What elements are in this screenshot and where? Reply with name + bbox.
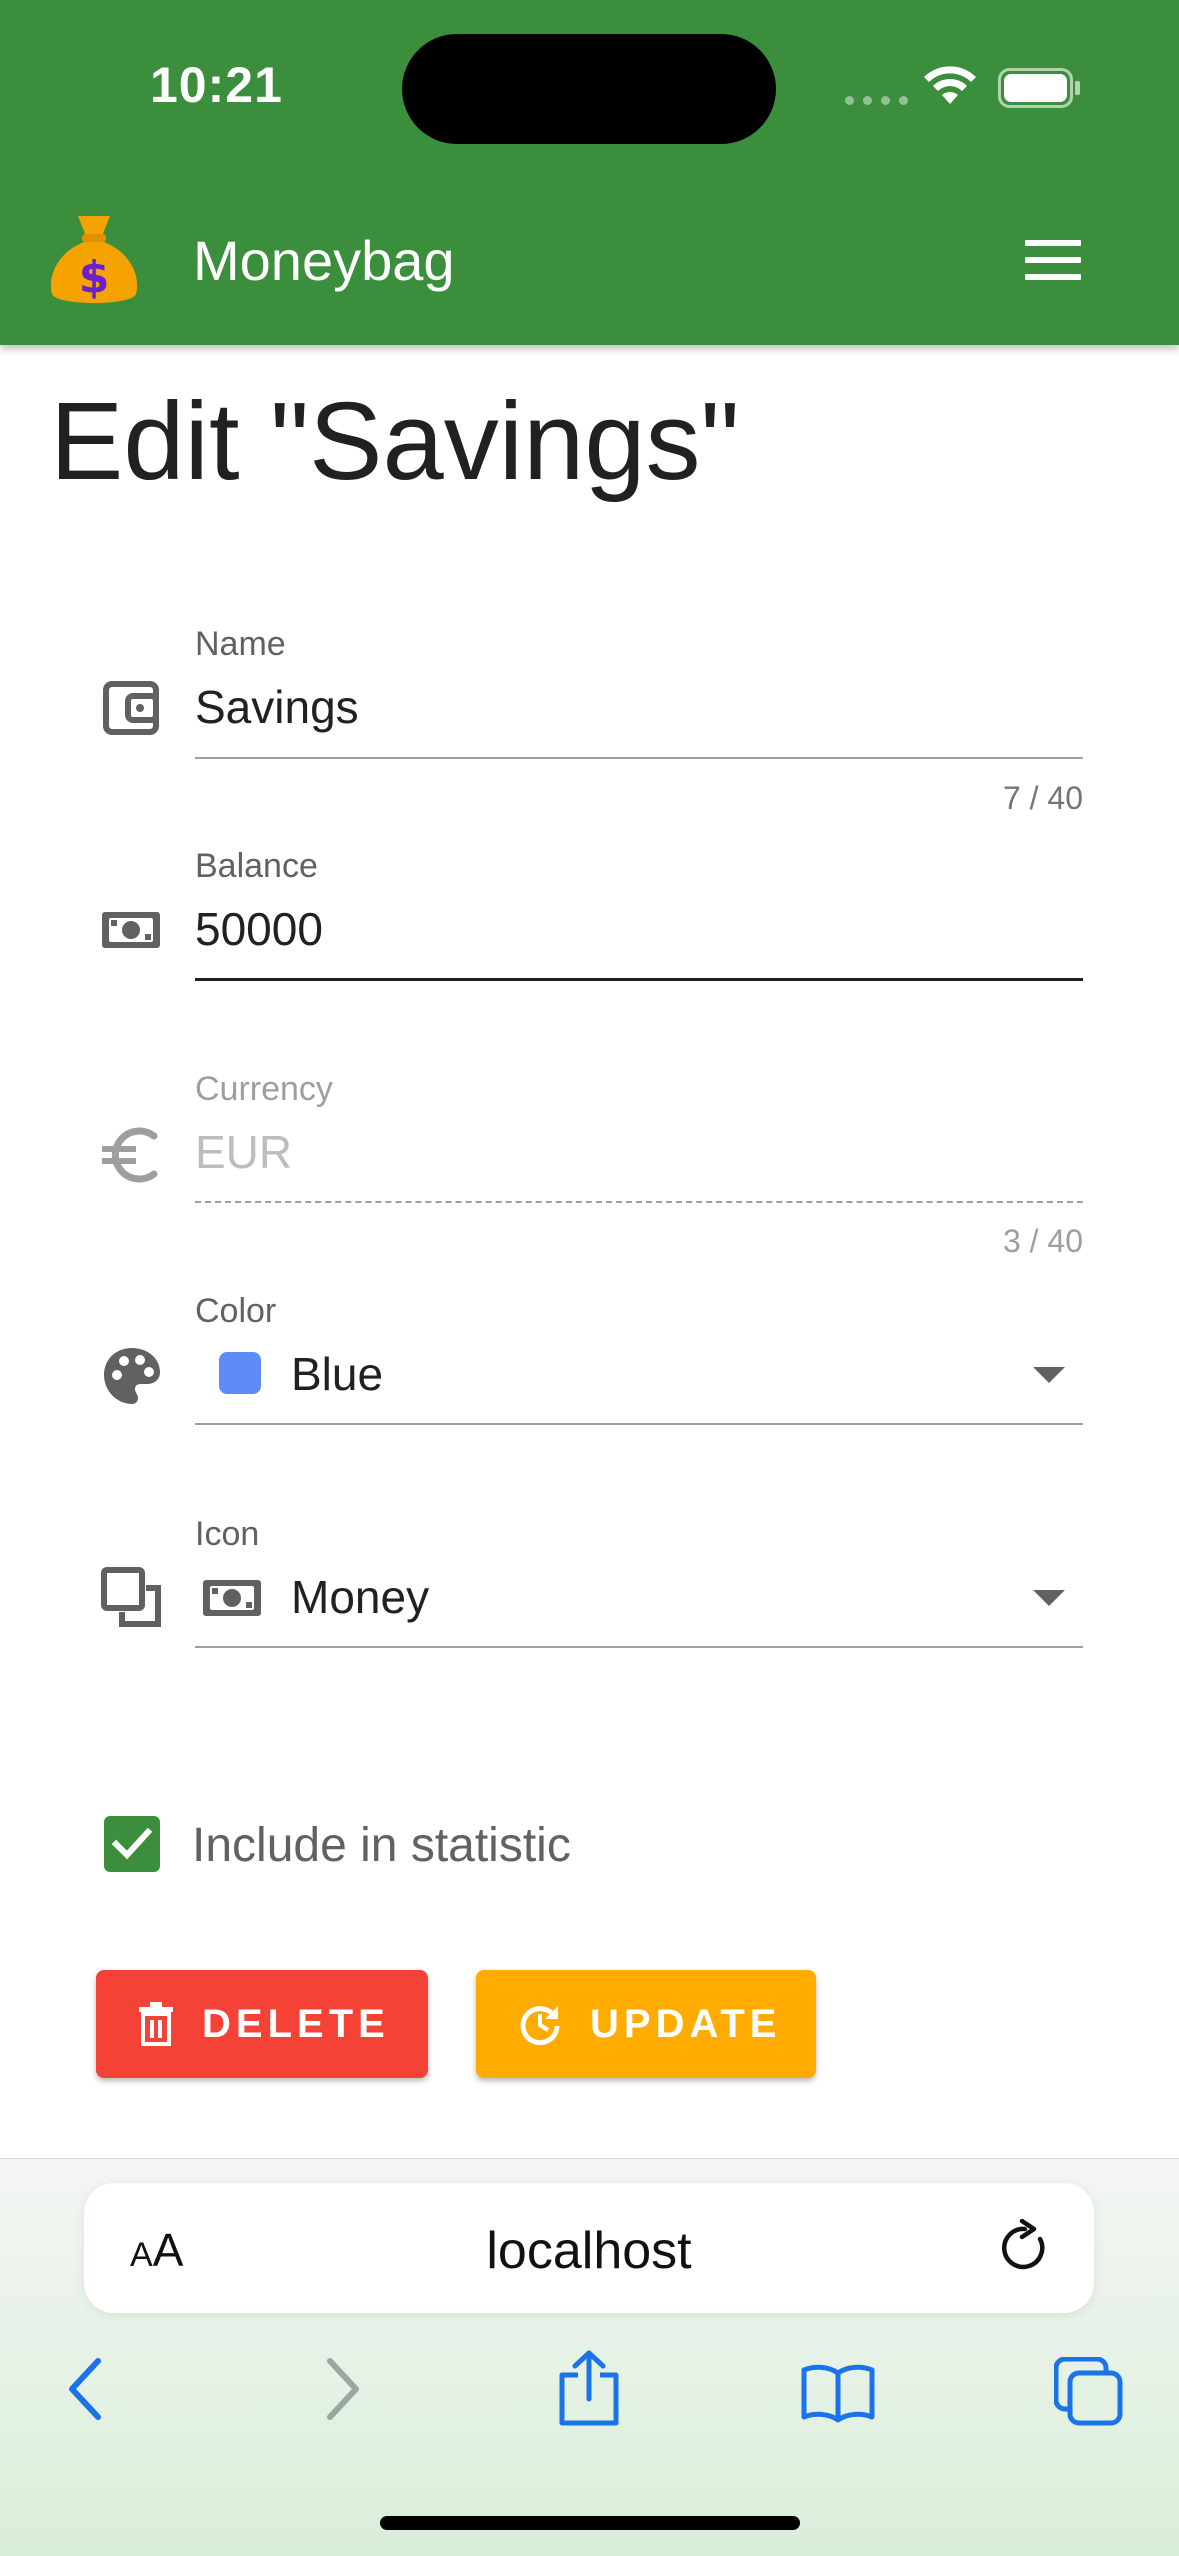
wallet-icon: [103, 681, 159, 735]
delete-button[interactable]: DELETE: [96, 1970, 428, 2078]
app-header: 10:21 $ Moneybag: [0, 0, 1179, 345]
refresh-icon: [518, 2002, 562, 2046]
update-button[interactable]: UPDATE: [476, 1970, 816, 2078]
cellular-signal-icon: [845, 96, 908, 105]
trash-icon: [138, 2002, 174, 2046]
dynamic-island: [402, 34, 776, 144]
icon-underline: [195, 1646, 1083, 1648]
color-label: Color: [195, 1292, 277, 1330]
tabs-icon[interactable]: [1054, 2357, 1124, 2427]
bookmarks-icon[interactable]: [800, 2363, 876, 2423]
currency-label: Currency: [195, 1070, 333, 1108]
balance-field[interactable]: Balance 50000: [195, 847, 1083, 987]
svg-text:$: $: [79, 252, 110, 303]
battery-icon: [998, 68, 1080, 108]
include-in-statistic-checkbox[interactable]: [104, 1816, 160, 1872]
reload-icon[interactable]: [996, 2219, 1054, 2277]
color-underline: [195, 1423, 1083, 1425]
wifi-icon: [924, 66, 976, 104]
money-icon: [102, 912, 160, 948]
delete-button-label: DELETE: [202, 2001, 390, 2046]
palette-icon: [104, 1348, 160, 1404]
name-input[interactable]: Savings: [195, 680, 1083, 734]
home-indicator: [380, 2516, 800, 2530]
name-char-counter: 7 / 40: [1002, 780, 1083, 816]
balance-input[interactable]: 50000: [195, 902, 1083, 956]
chevron-down-icon[interactable]: [1033, 1590, 1065, 1606]
balance-underline: [195, 978, 1083, 981]
name-underline: [195, 757, 1083, 759]
include-in-statistic-label[interactable]: Include in statistic: [192, 1818, 571, 1873]
currency-underline: [195, 1201, 1083, 1203]
forward-icon[interactable]: [322, 2357, 362, 2421]
euro-icon: [102, 1127, 158, 1183]
color-value: Blue: [291, 1348, 384, 1400]
currency-field: Currency EUR 3 / 40: [195, 1070, 1083, 1270]
app-title: Moneybag: [193, 229, 455, 292]
share-icon[interactable]: [556, 2349, 622, 2427]
chevron-down-icon[interactable]: [1033, 1367, 1065, 1383]
hamburger-menu-icon[interactable]: [1025, 240, 1085, 280]
balance-label: Balance: [195, 847, 318, 885]
color-select[interactable]: Color Blue: [195, 1292, 1083, 1432]
currency-char-counter: 3 / 40: [1002, 1223, 1083, 1259]
icon-select[interactable]: Icon Money: [195, 1515, 1083, 1655]
money-icon: [203, 1580, 261, 1616]
url-text: localhost: [486, 2222, 692, 2280]
name-field[interactable]: Name Savings 7 / 40: [195, 625, 1083, 825]
status-time: 10:21: [150, 57, 283, 113]
color-swatch: [219, 1352, 261, 1394]
name-label: Name: [195, 625, 286, 663]
browser-toolbar: AA localhost: [0, 2158, 1179, 2556]
icon-label: Icon: [195, 1515, 260, 1553]
copy-icon: [101, 1567, 161, 1627]
back-icon[interactable]: [66, 2357, 106, 2421]
icon-value: Money: [291, 1571, 430, 1623]
money-bag-icon: $: [50, 216, 138, 303]
address-bar[interactable]: AA localhost: [84, 2183, 1094, 2313]
currency-input: EUR: [195, 1126, 293, 1178]
checkmark-icon: [111, 1827, 153, 1860]
update-button-label: UPDATE: [590, 2001, 782, 2046]
page-title: Edit "Savings": [50, 380, 740, 503]
